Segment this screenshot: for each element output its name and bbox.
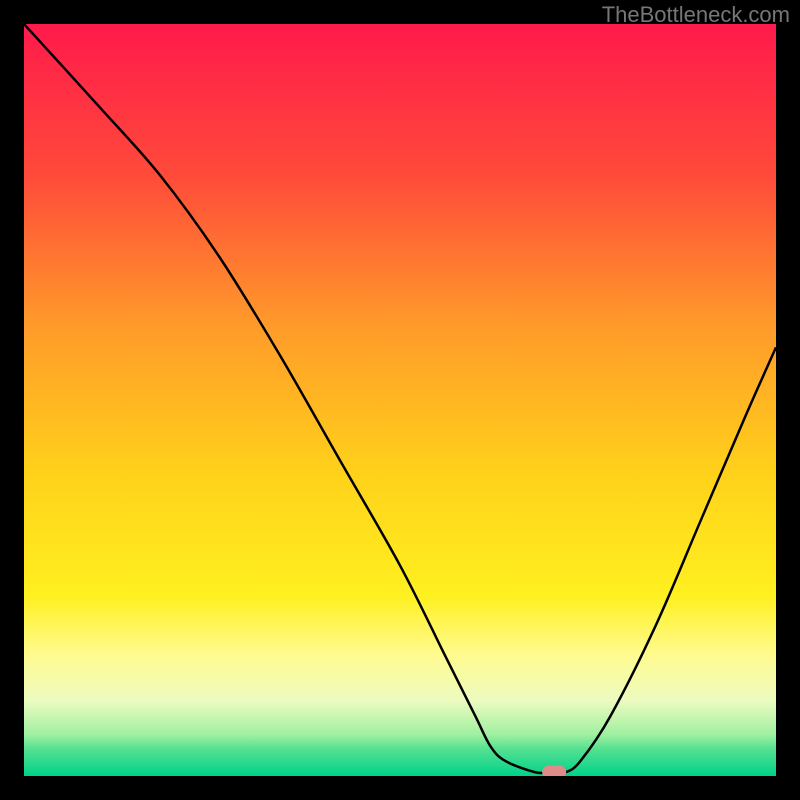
watermark-text: TheBottleneck.com xyxy=(602,2,790,28)
gradient-background xyxy=(24,24,776,776)
plot-area xyxy=(24,24,776,776)
chart-frame: TheBottleneck.com xyxy=(0,0,800,800)
chart-svg xyxy=(24,24,776,776)
optimal-marker xyxy=(542,765,566,776)
